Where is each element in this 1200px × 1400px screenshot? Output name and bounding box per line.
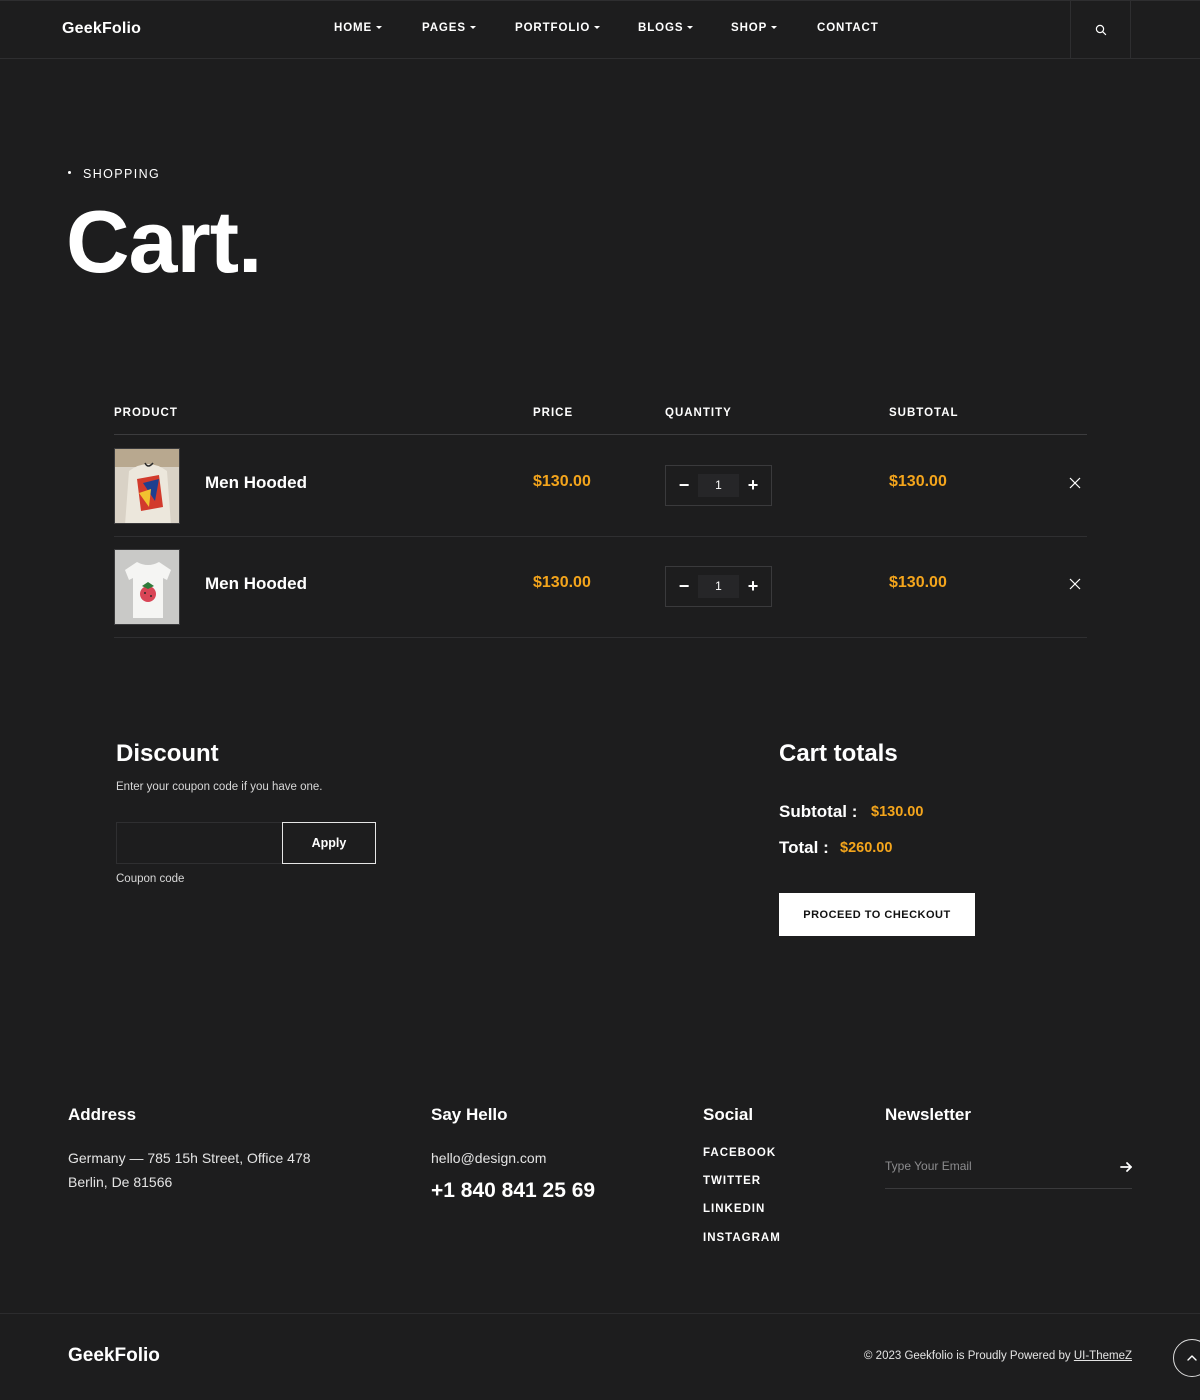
column-header-price: PRICE (533, 407, 574, 419)
apply-coupon-button[interactable]: Apply (282, 822, 376, 864)
subtotal-value: $130.00 (871, 804, 924, 820)
product-price: $130.00 (533, 473, 591, 490)
column-header-quantity: QUANTITY (665, 407, 732, 419)
row-divider (114, 536, 1087, 537)
contact-email-link[interactable]: hello@design.com (431, 1146, 546, 1170)
product-price: $130.00 (533, 574, 591, 591)
close-icon (1069, 477, 1081, 489)
breadcrumb-label: SHOPPING (83, 167, 161, 181)
footer-logo[interactable]: GeekFolio (68, 1345, 160, 1367)
cart-totals-title: Cart totals (779, 740, 898, 767)
increase-quantity-button[interactable]: + (736, 567, 770, 606)
address-line-2: Berlin, De 81566 (68, 1174, 173, 1190)
chevron-up-icon (1187, 1355, 1197, 1361)
social-link-linkedin[interactable]: LINKEDIN (703, 1203, 765, 1215)
product-subtotal: $130.00 (889, 574, 947, 591)
social-link-facebook[interactable]: FACEBOOK (703, 1147, 776, 1159)
nav-item-portfolio[interactable]: PORTFOLIO (515, 22, 601, 34)
breadcrumb: SHOPPING (68, 167, 160, 181)
newsletter-submit-button[interactable] (1116, 1157, 1136, 1177)
nav-item-label: SHOP (731, 22, 768, 34)
product-name[interactable]: Men Hooded (205, 574, 307, 594)
site-header: GeekFolio HOME PAGES PORTFOLIO BLOGS SHO… (0, 0, 1200, 59)
discount-title: Discount (116, 740, 219, 767)
search-icon (1095, 24, 1106, 36)
social-link-twitter[interactable]: TWITTER (703, 1175, 761, 1187)
nav-item-label: PAGES (422, 22, 466, 34)
remove-item-button[interactable] (1068, 476, 1082, 490)
total-label: Total : (779, 838, 829, 857)
subtotal-label: Subtotal : (779, 802, 858, 821)
product-name[interactable]: Men Hooded (205, 473, 307, 493)
newsletter-email-input[interactable] (885, 1152, 1110, 1180)
copyright-text: © 2023 Geekfolio is Proudly Powered by U… (864, 1350, 1132, 1362)
coupon-code-input[interactable] (116, 822, 282, 864)
quantity-value[interactable]: 1 (698, 474, 739, 497)
page-title: Cart. (66, 192, 262, 291)
row-divider (114, 637, 1087, 638)
social-title: Social (703, 1105, 754, 1124)
copyright-link[interactable]: UI-ThemeZ (1074, 1350, 1132, 1362)
social-link-instagram[interactable]: INSTAGRAM (703, 1232, 781, 1244)
nav-item-label: CONTACT (817, 22, 879, 34)
search-button[interactable] (1070, 1, 1131, 59)
address-title: Address (68, 1105, 137, 1124)
decrease-quantity-button[interactable]: − (667, 466, 701, 505)
say-hello-title: Say Hello (431, 1105, 508, 1124)
close-icon (1069, 578, 1081, 590)
nav-item-label: BLOGS (638, 22, 684, 34)
discount-description: Enter your coupon code if you have one. (116, 781, 323, 793)
caret-down-icon (687, 26, 694, 30)
remove-item-button[interactable] (1068, 577, 1082, 591)
quantity-value[interactable]: 1 (698, 575, 739, 598)
proceed-to-checkout-button[interactable]: PROCEED TO CHECKOUT (779, 893, 975, 936)
nav-item-shop[interactable]: SHOP (731, 22, 778, 34)
arrow-right-icon (1120, 1162, 1132, 1172)
quantity-stepper: − 1 + (665, 566, 772, 607)
site-logo[interactable]: GeekFolio (62, 20, 141, 38)
bullet-icon (68, 171, 71, 175)
hoodie-product-image[interactable] (114, 448, 180, 524)
tshirt-product-image[interactable] (114, 549, 180, 625)
address-line-1: Germany — 785 15h Street, Office 478 (68, 1150, 311, 1166)
contact-phone[interactable]: +1 840 841 25 69 (431, 1179, 595, 1203)
newsletter-title: Newsletter (885, 1105, 971, 1124)
product-subtotal: $130.00 (889, 473, 947, 490)
coupon-code-label: Coupon code (116, 873, 185, 885)
quantity-stepper: − 1 + (665, 465, 772, 506)
nav-item-blogs[interactable]: BLOGS (638, 22, 694, 34)
decrease-quantity-button[interactable]: − (667, 567, 701, 606)
nav-item-label: PORTFOLIO (515, 22, 591, 34)
column-header-product: PRODUCT (114, 407, 178, 419)
caret-down-icon (594, 26, 601, 30)
nav-item-pages[interactable]: PAGES (422, 22, 476, 34)
caret-down-icon (469, 26, 476, 30)
nav-item-contact[interactable]: CONTACT (817, 22, 879, 34)
caret-down-icon (771, 26, 778, 30)
total-value: $260.00 (840, 840, 893, 856)
increase-quantity-button[interactable]: + (736, 466, 770, 505)
nav-item-label: HOME (334, 22, 373, 34)
newsletter-underline (885, 1188, 1132, 1189)
table-header-divider (114, 434, 1087, 435)
caret-down-icon (376, 26, 383, 30)
scroll-to-top-button[interactable] (1173, 1339, 1200, 1377)
copyright-prefix: © 2023 Geekfolio is Proudly Powered by (864, 1350, 1074, 1362)
nav-item-home[interactable]: HOME (334, 22, 383, 34)
column-header-subtotal: SUBTOTAL (889, 407, 959, 419)
footer-divider (0, 1313, 1200, 1314)
